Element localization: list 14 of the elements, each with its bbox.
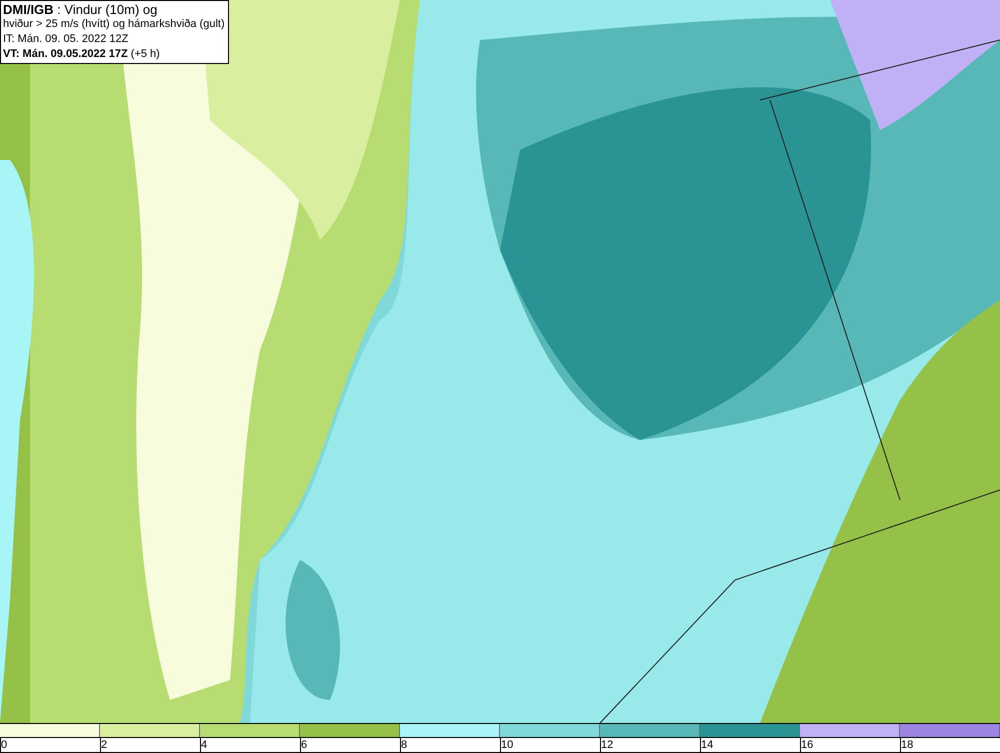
legend-label: 8 bbox=[401, 738, 408, 752]
info-text: DMI/IGB : Vindur (10m) og bbox=[3, 2, 158, 17]
legend-label: 14 bbox=[701, 738, 714, 752]
legend-label: 18 bbox=[901, 738, 914, 752]
legend-label: 16 bbox=[801, 738, 814, 752]
legend-label: 12 bbox=[601, 738, 614, 752]
legend-label: 6 bbox=[301, 738, 308, 752]
legend-label: 10 bbox=[501, 738, 514, 752]
legend-label: 2 bbox=[101, 738, 108, 752]
info-text: hviður > 25 m/s (hvítt) og hámarkshviða (gult) bbox=[3, 17, 226, 32]
info-text: IT: Mán. 09. 05. 2022 12Z bbox=[3, 32, 130, 47]
legend-label: 0 bbox=[1, 738, 8, 752]
info-text: VT: Mán. 09.05.2022 17Z (+5 h) bbox=[3, 47, 161, 62]
legend-label: 4 bbox=[201, 738, 208, 752]
